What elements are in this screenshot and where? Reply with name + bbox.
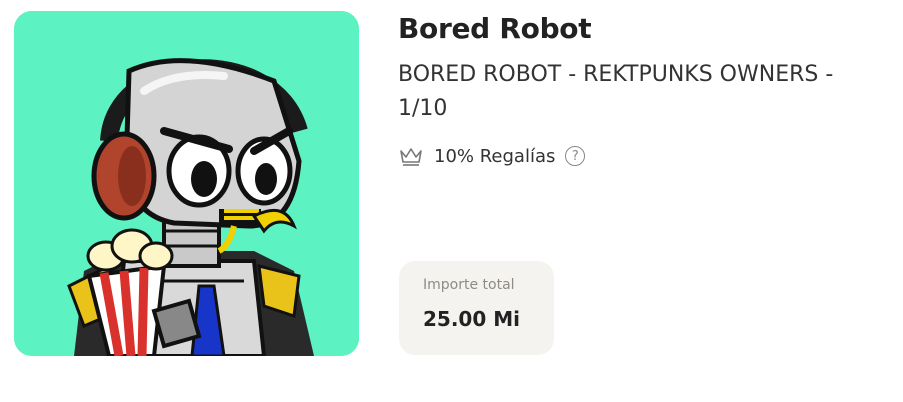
- crown-icon: [398, 145, 424, 167]
- help-icon[interactable]: ?: [565, 146, 586, 166]
- total-label: Importe total: [423, 277, 515, 293]
- nft-title: Bored Robot: [398, 12, 592, 45]
- total-amount-card: Importe total 25.00 Mi: [399, 261, 554, 355]
- royalty-label: 10% Regalías: [434, 145, 556, 167]
- robot-illustration: [14, 11, 359, 356]
- royalty-row: 10% Regalías ?: [398, 142, 586, 170]
- total-value: 25.00 Mi: [423, 307, 520, 331]
- nft-subtitle: BORED ROBOT - REKTPUNKS OWNERS - 1/10: [398, 62, 834, 121]
- nft-image[interactable]: [14, 11, 359, 356]
